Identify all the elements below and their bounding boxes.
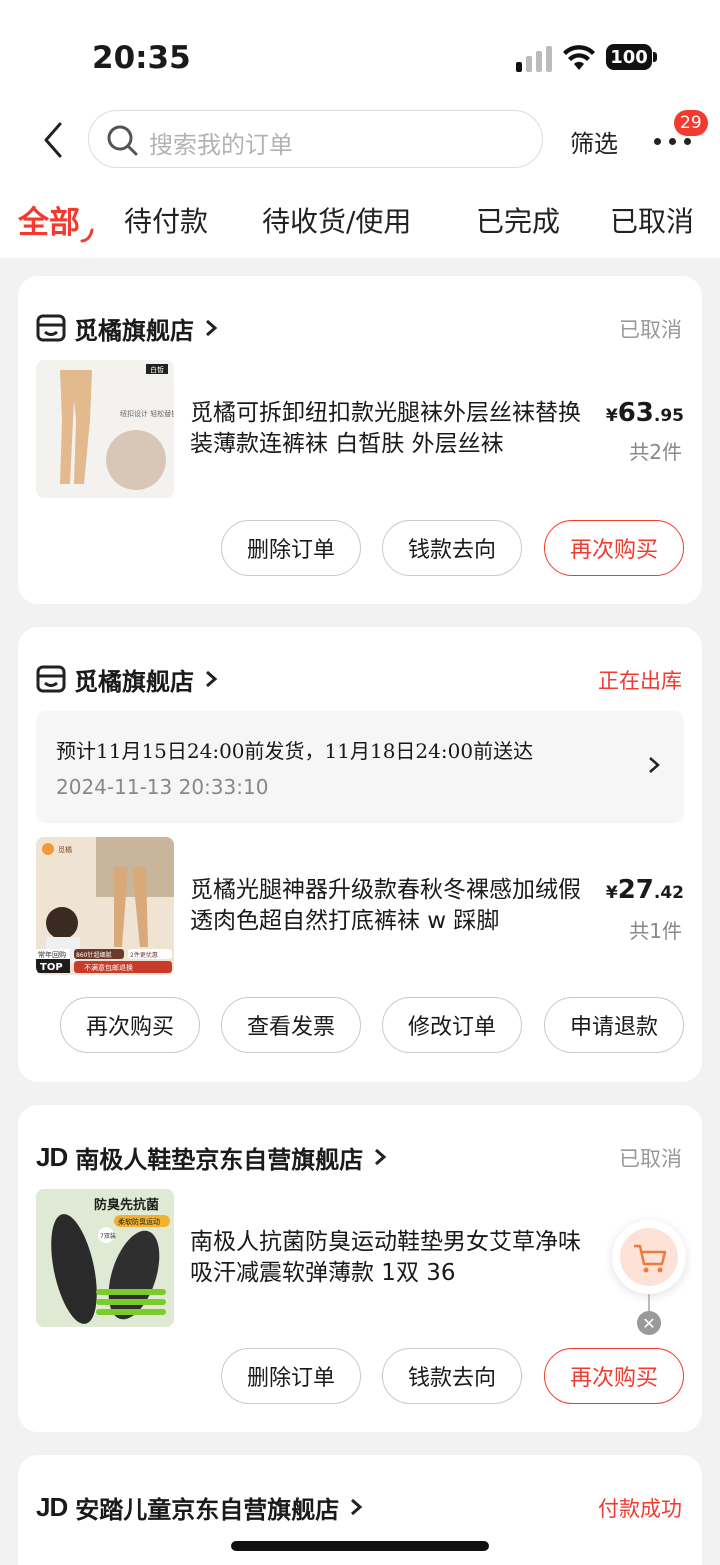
item-count: 共1件 [629, 919, 682, 943]
thumb-brand: 觅橘 [58, 845, 72, 854]
store-icon [36, 314, 66, 342]
thumb-badge-discount: 2件更优惠 [130, 951, 158, 959]
order-tabs: 全部 待付款 待收货/使用 已完成 已取消 [0, 180, 720, 258]
order-status: 已取消 [619, 1147, 682, 1171]
tab-all[interactable]: 全部 [18, 197, 80, 242]
product-image[interactable]: 觅橘 常年回购 TOP 860针超细腻 2件更优惠 不满意包邮退换 [36, 837, 174, 975]
order-status: 已取消 [619, 318, 682, 342]
thumb-badge-top: TOP [40, 962, 63, 973]
store-link[interactable]: 觅橘旗舰店 [36, 312, 218, 345]
order-status: 付款成功 [598, 1497, 682, 1521]
product-title[interactable]: 南极人抗菌防臭运动鞋垫男女艾草净味吸汗减震软弹薄款 1双 36 [190, 1227, 590, 1289]
product-image[interactable]: 白皙 纽扣设计 轻松替换 [36, 360, 174, 498]
chevron-right-icon [206, 319, 218, 337]
chevron-right-icon [375, 1148, 387, 1166]
jd-logo-icon: JD [36, 1141, 68, 1172]
thumb-subheadline: 柔软防臭运动 [118, 1217, 160, 1226]
battery-indicator: 100 [606, 44, 652, 70]
product-title[interactable]: 觅橘可拆卸纽扣款光腿袜外层丝袜替换装薄款连裤袜 白皙肤 外层丝袜 [190, 398, 590, 460]
store-name: 南极人鞋垫京东自营旗舰店 [75, 1145, 364, 1174]
cart-button-bg [620, 1228, 678, 1286]
close-icon[interactable]: ✕ [637, 1311, 661, 1335]
request-refund-button[interactable]: 申请退款 [544, 997, 684, 1053]
chevron-right-icon [649, 757, 660, 773]
status-bar: 20:35 100 [0, 0, 720, 110]
status-time: 20:35 [92, 40, 191, 76]
thumb-badge-return: 不满意包邮退换 [84, 963, 133, 972]
thumb-badge-repurchase: 常年回购 [38, 950, 66, 959]
store-name: 觅橘旗舰店 [74, 667, 194, 696]
shipping-estimate: 预计11月15日24:00前发货，11月18日24:00前送达 [56, 739, 534, 763]
buy-again-button[interactable]: 再次购买 [60, 997, 200, 1053]
buy-again-button[interactable]: 再次购买 [544, 1348, 684, 1404]
shipping-info[interactable]: 预计11月15日24:00前发货，11月18日24:00前送达 2024-11-… [36, 711, 684, 823]
tab-cancelled[interactable]: 已取消 [610, 200, 694, 240]
insole-illustration: 防臭先抗菌 柔软防臭运动 7双装 [36, 1189, 174, 1327]
order-card[interactable]: JD 南极人鞋垫京东自营旗舰店 已取消 防臭先抗菌 柔软防臭运动 7双装 南极人… [18, 1105, 702, 1432]
notification-badge: 29 [674, 110, 708, 136]
signal-icon [516, 46, 552, 72]
thumb-tag: 白皙 [150, 365, 164, 374]
store-name: 觅橘旗舰店 [74, 316, 194, 345]
tab-pending-receipt[interactable]: 待收货/使用 [262, 200, 411, 240]
home-indicator [231, 1541, 489, 1551]
store-icon [36, 665, 66, 693]
product-price: ¥63.95 [606, 398, 684, 428]
back-icon[interactable] [38, 120, 68, 160]
product-title[interactable]: 觅橘光腿神器升级款春秋冬裸感加绒假透肉色超自然打底裤袜 w 踩脚 [190, 875, 590, 937]
thumb-badge-denier: 860针超细腻 [76, 951, 111, 959]
chevron-right-icon [351, 1498, 363, 1516]
item-count: 共2件 [629, 440, 682, 464]
floating-cart-button[interactable] [612, 1220, 686, 1294]
order-status: 正在出库 [598, 669, 682, 693]
thumb-headline: 防臭先抗菌 [94, 1197, 159, 1213]
tab-active-indicator [80, 228, 94, 243]
delete-order-button[interactable]: 删除订单 [221, 1348, 361, 1404]
price-integer: 27 [617, 875, 654, 905]
tab-pending-payment[interactable]: 待付款 [124, 200, 208, 240]
tights-illustration: 白皙 纽扣设计 轻松替换 [60, 364, 174, 490]
money-flow-button[interactable]: 钱款去向 [382, 1348, 522, 1404]
thumb-pack: 7双装 [100, 1232, 116, 1240]
view-invoice-button[interactable]: 查看发票 [221, 997, 361, 1053]
order-time: 2024-11-13 20:33:10 [56, 775, 269, 799]
order-card[interactable]: 觅橘旗舰店 正在出库 预计11月15日24:00前发货，11月18日24:00前… [18, 627, 702, 1082]
floating-connector [648, 1294, 650, 1312]
product-price: ¥27.42 [606, 875, 684, 905]
tights-model-illustration: 觅橘 常年回购 TOP 860针超细腻 2件更优惠 不满意包邮退换 [36, 837, 174, 975]
order-card[interactable]: 觅橘旗舰店 已取消 白皙 纽扣设计 轻松替换 觅橘可拆卸纽扣款光腿袜外层丝袜替换… [18, 276, 702, 604]
search-icon [107, 125, 138, 156]
tab-completed[interactable]: 已完成 [476, 200, 560, 240]
product-image[interactable]: 防臭先抗菌 柔软防臭运动 7双装 [36, 1189, 174, 1327]
money-flow-button[interactable]: 钱款去向 [382, 520, 522, 576]
store-link[interactable]: 觅橘旗舰店 [36, 663, 218, 696]
battery-tip [653, 52, 657, 62]
filter-button[interactable]: 筛选 [570, 124, 618, 159]
search-placeholder: 搜索我的订单 [149, 131, 293, 159]
modify-order-button[interactable]: 修改订单 [382, 997, 522, 1053]
delete-order-button[interactable]: 删除订单 [221, 520, 361, 576]
search-input[interactable]: 搜索我的订单 [88, 110, 543, 168]
wifi-icon [563, 45, 595, 70]
store-name: 安踏儿童京东自营旗舰店 [75, 1495, 340, 1524]
buy-again-button[interactable]: 再次购买 [544, 520, 684, 576]
chevron-right-icon [206, 670, 218, 688]
store-link[interactable]: JD 安踏儿童京东自营旗舰店 [36, 1491, 363, 1524]
price-integer: 63 [617, 398, 654, 428]
top-bar: 搜索我的订单 筛选 29 [0, 110, 720, 180]
cart-icon [634, 1244, 667, 1273]
jd-logo-icon: JD [36, 1491, 68, 1522]
price-symbol: ¥ [605, 883, 618, 903]
thumb-caption: 纽扣设计 轻松替换 [120, 409, 174, 418]
price-decimal: .42 [653, 883, 684, 903]
price-decimal: .95 [653, 406, 684, 426]
store-link[interactable]: JD 南极人鞋垫京东自营旗舰店 [36, 1141, 387, 1174]
price-symbol: ¥ [605, 406, 618, 426]
